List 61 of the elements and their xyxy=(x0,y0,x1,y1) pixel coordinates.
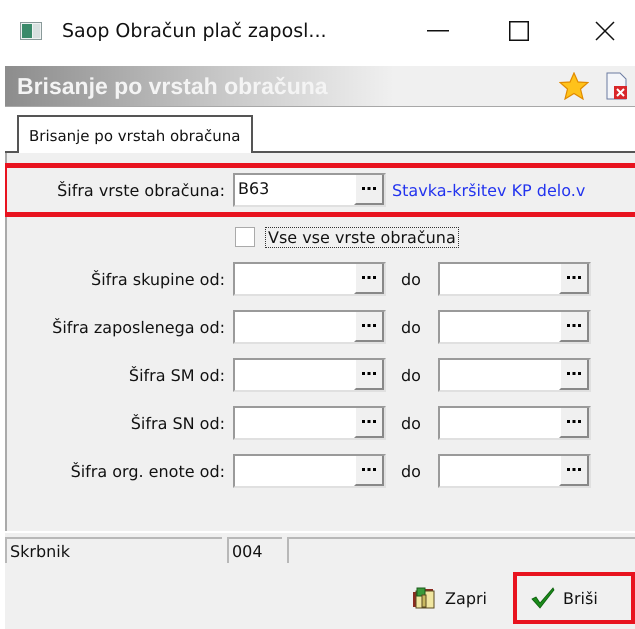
from-field[interactable] xyxy=(233,454,386,488)
ellipsis-button[interactable] xyxy=(559,360,589,390)
to-field[interactable] xyxy=(438,406,591,440)
field-label: do xyxy=(400,366,422,384)
ellipsis-button[interactable] xyxy=(559,408,589,438)
field-label: Šifra zaposlenega od: xyxy=(51,318,226,336)
ellipsis-button[interactable] xyxy=(354,456,384,486)
ellipsis-icon xyxy=(567,468,581,472)
field-label: do xyxy=(400,462,422,480)
field-label: do xyxy=(400,414,422,432)
from-field[interactable] xyxy=(233,358,386,392)
ellipsis-button[interactable] xyxy=(354,312,384,342)
code-field[interactable]: B63 xyxy=(233,173,386,207)
ellipsis-icon xyxy=(362,372,376,376)
close-icon[interactable] xyxy=(595,21,615,41)
ellipsis-icon xyxy=(567,372,581,376)
tab[interactable]: Brisanje po vrstah obračuna xyxy=(17,115,252,153)
field-label: do xyxy=(400,270,422,288)
field-label: do xyxy=(400,318,422,336)
delete-button[interactable]: Briši xyxy=(513,572,635,624)
ellipsis-icon xyxy=(362,324,376,328)
ellipsis-icon xyxy=(362,187,376,191)
minimize-icon[interactable] xyxy=(427,30,449,32)
ellipsis-icon xyxy=(362,468,376,472)
app-icon xyxy=(20,22,42,40)
from-field[interactable] xyxy=(233,262,386,296)
status-code: 004 xyxy=(227,537,282,563)
ellipsis-button[interactable] xyxy=(559,312,589,342)
checkbox-label[interactable]: Vse vse vrste obračuna xyxy=(265,226,459,248)
to-field[interactable] xyxy=(438,358,591,392)
field-label: Šifra SN od: xyxy=(130,414,226,432)
delete-document-icon[interactable] xyxy=(605,72,629,100)
checkmark-icon xyxy=(531,587,555,609)
to-field[interactable] xyxy=(438,262,591,296)
field-label: Šifra skupine od: xyxy=(90,270,226,288)
field-label: Šifra org. enote od: xyxy=(70,462,226,480)
checkbox[interactable] xyxy=(235,227,255,247)
ellipsis-icon xyxy=(362,276,376,280)
close-button[interactable]: Zapri xyxy=(393,572,505,624)
field-label: Šifra vrste obračuna: xyxy=(56,180,226,200)
ellipsis-icon xyxy=(362,420,376,424)
maximize-icon[interactable] xyxy=(509,21,529,41)
ellipsis-icon xyxy=(567,276,581,280)
ellipsis-button[interactable] xyxy=(354,175,384,205)
to-field[interactable] xyxy=(438,310,591,344)
window-title: Saop Obračun plač zaposl... xyxy=(62,20,327,42)
from-field[interactable] xyxy=(233,310,386,344)
ellipsis-icon xyxy=(567,420,581,424)
to-field[interactable] xyxy=(438,454,591,488)
from-field[interactable] xyxy=(233,406,386,440)
field-label: Šifra SM od: xyxy=(128,366,226,384)
ellipsis-icon xyxy=(567,324,581,328)
ellipsis-button[interactable] xyxy=(354,360,384,390)
ellipsis-button[interactable] xyxy=(559,456,589,486)
folder-icon xyxy=(411,586,438,610)
star-icon[interactable] xyxy=(559,72,589,100)
status-user: Skrbnik xyxy=(5,537,222,563)
ellipsis-button[interactable] xyxy=(559,264,589,294)
ellipsis-button[interactable] xyxy=(354,264,384,294)
ellipsis-button[interactable] xyxy=(354,408,384,438)
field-description: Stavka-kršitev KP delo.v xyxy=(392,180,586,200)
